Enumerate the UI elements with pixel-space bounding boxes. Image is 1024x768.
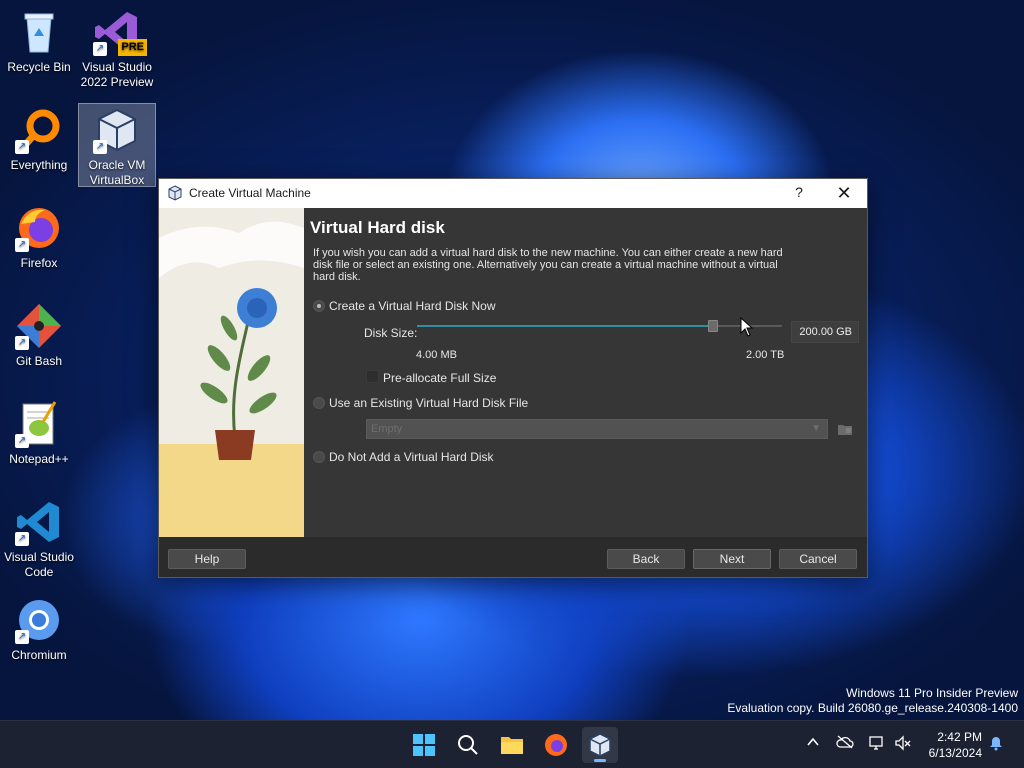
slider-fill bbox=[417, 325, 713, 327]
watermark-line1: Windows 11 Pro Insider Preview bbox=[846, 686, 1018, 700]
dialog-titlebar[interactable]: Create Virtual Machine ? ✕ bbox=[159, 179, 867, 208]
desktop-icon-label: Git Bash bbox=[15, 354, 63, 368]
page-title: Virtual Hard disk bbox=[310, 218, 445, 237]
dialog-footer: Help Back Next Cancel bbox=[159, 537, 867, 577]
desktop-icon-label-line2: 2022 Preview bbox=[80, 75, 154, 89]
taskbar: 2:42 PM 6/13/2024 bbox=[0, 720, 1024, 768]
notification-bell-icon[interactable] bbox=[988, 735, 1004, 754]
virtualbox-taskbar-button[interactable] bbox=[582, 727, 618, 763]
plant-illustration bbox=[159, 221, 304, 537]
clock-date: 6/13/2024 bbox=[928, 746, 982, 760]
windows-watermark: Windows 11 Pro Insider Preview Evaluatio… bbox=[727, 686, 1018, 716]
shortcut-arrow-icon: ↗ bbox=[15, 336, 29, 350]
shortcut-arrow-icon: ↗ bbox=[15, 238, 29, 252]
desktop-icon-chromium[interactable]: ↗ Chromium bbox=[0, 596, 78, 663]
disk-size-slider[interactable] bbox=[417, 320, 782, 332]
search-icon bbox=[458, 735, 478, 755]
radio-create-disk-label[interactable]: Create a Virtual Hard Disk Now bbox=[329, 299, 496, 313]
create-vm-dialog: Create Virtual Machine ? ✕ Virtual Hard … bbox=[158, 178, 868, 578]
shortcut-arrow-icon: ↗ bbox=[93, 42, 107, 56]
watermark-line2: Evaluation copy. Build 26080.ge_release.… bbox=[727, 701, 1018, 715]
windows-logo-icon bbox=[413, 734, 435, 756]
wizard-page: Virtual Hard disk If you wish you can ad… bbox=[304, 208, 867, 537]
folder-icon[interactable] bbox=[837, 421, 853, 437]
shortcut-arrow-icon: ↗ bbox=[15, 532, 29, 546]
desktop-icon-git-bash[interactable]: ↗ Git Bash bbox=[0, 302, 78, 369]
chromium-icon: ↗ bbox=[15, 596, 63, 644]
shortcut-arrow-icon: ↗ bbox=[15, 140, 29, 154]
desktop-icon-oracle-vm-virtualbox[interactable]: ↗ Oracle VM VirtualBox bbox=[78, 103, 156, 187]
start-button[interactable] bbox=[406, 727, 442, 763]
disk-size-input[interactable]: 200.00 GB bbox=[791, 321, 859, 343]
desktop-icon-label: Notepad++ bbox=[9, 452, 69, 466]
close-icon[interactable]: ✕ bbox=[829, 182, 859, 204]
active-indicator bbox=[594, 759, 606, 762]
slider-max-label: 2.00 TB bbox=[746, 349, 785, 361]
desktop-icon-label-line1: Oracle VM bbox=[88, 158, 146, 172]
onedrive-offline-icon[interactable] bbox=[836, 735, 854, 752]
virtualbox-icon: ↗ bbox=[93, 106, 141, 154]
desktop-icon-everything[interactable]: ↗ Everything bbox=[0, 106, 78, 173]
slider-handle[interactable] bbox=[707, 320, 718, 332]
back-button[interactable]: Back bbox=[607, 549, 685, 569]
network-icon[interactable] bbox=[868, 735, 886, 754]
preallocate-label[interactable]: Pre-allocate Full Size bbox=[383, 371, 496, 385]
notepad-plus-plus-icon: ↗ bbox=[15, 400, 63, 448]
shortcut-arrow-icon: ↗ bbox=[93, 140, 107, 154]
everything-search-icon: ↗ bbox=[15, 106, 63, 154]
chevron-up-icon[interactable] bbox=[806, 735, 820, 752]
clock-time: 2:42 PM bbox=[937, 730, 982, 744]
preallocate-checkbox[interactable] bbox=[366, 370, 379, 383]
desktop-icon-label: Everything bbox=[10, 158, 68, 172]
file-explorer-button[interactable] bbox=[494, 727, 530, 763]
slider-min-label: 4.00 MB bbox=[416, 349, 457, 361]
desktop-icon-firefox[interactable]: ↗ Firefox bbox=[0, 204, 78, 271]
page-description: If you wish you can add a virtual hard d… bbox=[313, 247, 783, 283]
desktop-icon-label: Chromium bbox=[11, 648, 67, 662]
radio-no-disk-label[interactable]: Do Not Add a Virtual Hard Disk bbox=[329, 450, 494, 464]
radio-create-disk[interactable] bbox=[313, 300, 325, 312]
desktop-icon-label-line2: Code bbox=[24, 565, 54, 579]
desktop-icon-visual-studio-2022-preview[interactable]: PRE ↗ Visual Studio 2022 Preview bbox=[78, 8, 156, 90]
virtualbox-icon bbox=[589, 733, 611, 757]
cancel-button[interactable]: Cancel bbox=[779, 549, 857, 569]
shortcut-arrow-icon: ↗ bbox=[15, 630, 29, 644]
help-icon[interactable]: ? bbox=[787, 184, 811, 204]
shortcut-arrow-icon: ↗ bbox=[15, 434, 29, 448]
desktop-icon-recycle-bin[interactable]: Recycle Bin bbox=[0, 8, 78, 75]
desktop-icon-label: Recycle Bin bbox=[7, 60, 71, 74]
wizard-illustration bbox=[159, 208, 304, 537]
existing-disk-combo[interactable]: Empty ▼ bbox=[366, 419, 828, 439]
radio-existing-disk-label[interactable]: Use an Existing Virtual Hard Disk File bbox=[329, 396, 528, 410]
firefox-icon bbox=[545, 734, 567, 756]
desktop-icon-label-line2: VirtualBox bbox=[89, 173, 145, 187]
desktop-icon-label: Firefox bbox=[20, 256, 58, 270]
next-button[interactable]: Next bbox=[693, 549, 771, 569]
visual-studio-icon: PRE ↗ bbox=[93, 8, 147, 56]
chevron-down-icon: ▼ bbox=[811, 423, 821, 434]
firefox-icon: ↗ bbox=[15, 204, 63, 252]
recycle-bin-icon bbox=[15, 8, 63, 56]
desktop-icon-notepad-plus-plus[interactable]: ↗ Notepad++ bbox=[0, 400, 78, 467]
git-bash-icon: ↗ bbox=[15, 302, 63, 350]
help-button[interactable]: Help bbox=[168, 549, 246, 569]
desktop-icon-label-line1: Visual Studio bbox=[4, 550, 74, 564]
volume-muted-icon[interactable] bbox=[894, 735, 912, 754]
search-button[interactable] bbox=[450, 727, 486, 763]
folder-icon bbox=[501, 737, 523, 754]
existing-disk-value: Empty bbox=[371, 423, 403, 435]
mouse-cursor-icon bbox=[740, 316, 754, 337]
system-clock[interactable]: 2:42 PM 6/13/2024 bbox=[929, 729, 982, 761]
vscode-icon: ↗ bbox=[15, 498, 63, 546]
desktop-icon-visual-studio-code[interactable]: ↗ Visual Studio Code bbox=[0, 498, 78, 580]
firefox-taskbar-button[interactable] bbox=[538, 727, 574, 763]
virtualbox-icon bbox=[167, 185, 183, 201]
desktop-icon-label-line1: Visual Studio bbox=[82, 60, 152, 74]
disk-size-label: Disk Size: bbox=[364, 326, 418, 340]
radio-existing-disk[interactable] bbox=[313, 397, 325, 409]
dialog-title: Create Virtual Machine bbox=[189, 186, 311, 200]
pre-badge: PRE bbox=[118, 39, 147, 56]
radio-no-disk[interactable] bbox=[313, 451, 325, 463]
